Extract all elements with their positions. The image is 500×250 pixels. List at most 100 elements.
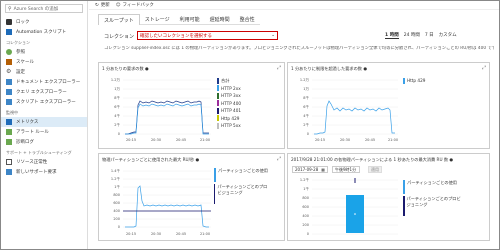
sidebar-item-support-request[interactable]: 新しいサポート要求 (1, 167, 87, 177)
chart-title: 1 分あたりに制限を超過した要求の数 ● (291, 66, 367, 71)
y-tick: 2千 (303, 122, 309, 127)
tab-availability[interactable]: 利用可能 (174, 14, 205, 25)
y-tick: 1.4千 (111, 168, 121, 173)
partition-description: コレクション supplier-index.osc には 1 の物理パーティショ… (104, 46, 494, 60)
legend-item[interactable]: Http 429 (403, 77, 425, 85)
legend-item[interactable]: パーティションごとの使用 (403, 180, 463, 194)
x-tick: 20:15 (315, 138, 325, 142)
legend-swatch (214, 184, 216, 204)
sidebar-item-label: メトリクス (16, 120, 39, 125)
x-tick: 20:30 (340, 138, 350, 142)
chart-legend: パーティションごとの使用 パーティションごとのプロビジョニング (214, 168, 270, 204)
sidebar-item-document-explorer[interactable]: ドキュメント エクスプローラー (1, 77, 87, 87)
scale-icon (6, 59, 12, 65)
sidebar-item-label: 診断ログ (16, 140, 34, 145)
legend-item[interactable]: パーティションごとの使用 (214, 168, 270, 182)
apply-button[interactable]: 適用 (368, 166, 382, 173)
sidebar-item-settings[interactable]: ⚙ 設定 (1, 67, 87, 77)
time-picker[interactable]: 午後9時1分 (332, 166, 360, 173)
sidebar-item-automation[interactable]: Automation スクリプト (1, 27, 87, 37)
date-picker[interactable]: 2017-09-28 ▦ (292, 166, 328, 173)
tab-throughput[interactable]: スループット (98, 14, 140, 25)
legend-label: パーティションごとのプロビジョニング (406, 196, 461, 207)
refresh-button[interactable]: ↻ 更新 (95, 2, 110, 9)
legend-swatch (214, 168, 216, 182)
tab-consistency[interactable]: 整合性 (234, 14, 260, 25)
legend-label: HTTP 400 (221, 100, 242, 106)
expand-icon[interactable]: ⤢ (482, 65, 486, 71)
legend-swatch (403, 77, 405, 84)
sidebar-item-browse[interactable]: 参照 (1, 47, 87, 57)
y-tick: 2千 (114, 122, 120, 127)
sidebar-item-alert-rules[interactable]: アラート ルール (1, 127, 87, 137)
y-tick: 0 (307, 132, 309, 136)
chart-legend: Http 429 (403, 77, 425, 85)
smiley-icon: ☺ (115, 2, 121, 8)
tab-storage[interactable]: ストレージ (139, 14, 175, 25)
legend-swatch (217, 85, 219, 92)
legend-label: HTTP 2xx (221, 85, 241, 91)
y-tick: 600 (113, 201, 120, 205)
legend-item[interactable]: HTTP 2xx (217, 85, 241, 93)
legend-item[interactable]: パーティションごとのプロビジョニング (403, 196, 463, 216)
series-total-line (125, 100, 209, 135)
legend-label: HTTP 401 (221, 108, 242, 114)
sidebar-item-diagnostic-logs[interactable]: 診断ログ (1, 137, 87, 147)
legend-swatch (217, 115, 219, 122)
x-axis: 20:15 20:30 20:45 21:00 (126, 138, 210, 142)
chart-max-ru: 1.4千 1.2千 1千 800 600 400 200 0 20:15 20:… (111, 168, 211, 236)
gear-icon: ⚙ (6, 68, 12, 75)
refresh-icon: ↻ (95, 2, 99, 8)
x-tick: 20:45 (365, 138, 375, 142)
legend-swatch (217, 92, 219, 99)
tab-latency[interactable]: 遅延時間 (204, 14, 235, 25)
legend-item[interactable]: 合計 (217, 77, 241, 85)
support-icon (6, 169, 12, 175)
y-tick: 200 (302, 223, 309, 227)
legend-item[interactable]: Http 429 (217, 115, 241, 123)
lock-icon (6, 19, 12, 25)
y-tick: 1.2千 (111, 176, 121, 181)
sidebar-item-resource-health[interactable]: リソース正常性 (1, 157, 87, 167)
legend-item[interactable]: パーティションごとのプロビジョニング (214, 184, 270, 204)
y-tick: 1万 (114, 87, 120, 91)
legend-item[interactable]: HTTP 5xx (217, 122, 241, 130)
legend-item[interactable]: HTTP 401 (217, 107, 241, 115)
chart-requests: 1.2万 1万 8千 6千 4千 2千 0 20:15 20:30 20:45 … (111, 78, 211, 142)
sidebar-item-lock[interactable]: ロック (1, 17, 87, 27)
y-tick: 6千 (114, 104, 120, 109)
x-tick: 20:15 (126, 138, 136, 142)
description-line1: コレクション supplier-index.osc には 1 の物理パーティショ… (104, 46, 494, 51)
legend-item[interactable]: HTTP 3xx (217, 92, 241, 100)
y-tick: 1万 (303, 87, 309, 91)
time-tab-1h[interactable]: 1 時間 (385, 32, 399, 39)
command-bar: ↻ 更新 ☺ フィードバック (89, 1, 499, 10)
expand-icon[interactable]: ⤢ (277, 65, 281, 71)
alert-icon (6, 129, 12, 135)
legend-label: HTTP 5xx (221, 123, 241, 129)
sidebar-item-query-explorer[interactable]: クエリ エクスプローラー (1, 87, 87, 97)
legend-label: パーティションごとの使用 (407, 180, 457, 185)
time-tab-7d[interactable]: 7 日 (425, 32, 434, 39)
legend-item[interactable]: HTTP 400 (217, 100, 241, 108)
x-tick: 21:00 (200, 138, 210, 142)
sidebar-item-label: スケール (16, 60, 34, 65)
collection-select[interactable]: 確認したいコレクションを選択する ⌄ (137, 31, 278, 40)
y-axis: 1.2万 1万 8千 6千 4千 2千 0 (111, 78, 121, 136)
time-tab-custom[interactable]: カスタム (439, 32, 457, 39)
y-tick: 1.2万 (300, 78, 310, 82)
x-tick: 21:00 (388, 138, 398, 142)
feedback-button[interactable]: ☺ フィードバック (115, 2, 154, 9)
legend-swatch (217, 122, 219, 129)
sidebar-item-metrics[interactable]: メトリクス (1, 117, 87, 127)
sidebar-item-scale[interactable]: スケール (1, 57, 87, 67)
y-tick: 800 (302, 196, 309, 200)
y-tick: 800 (113, 193, 120, 197)
sidebar-item-script-explorer[interactable]: スクリプト エクスプローラー (1, 97, 87, 107)
y-tick: 600 (302, 205, 309, 209)
time-tab-24h[interactable]: 24 時間 (404, 32, 420, 39)
partition-point (354, 213, 356, 215)
expand-icon[interactable]: ⤢ (277, 156, 281, 162)
series-usage-line (125, 185, 209, 228)
sidebar-search[interactable]: ⚲ Azure Search の追加 (5, 4, 83, 13)
